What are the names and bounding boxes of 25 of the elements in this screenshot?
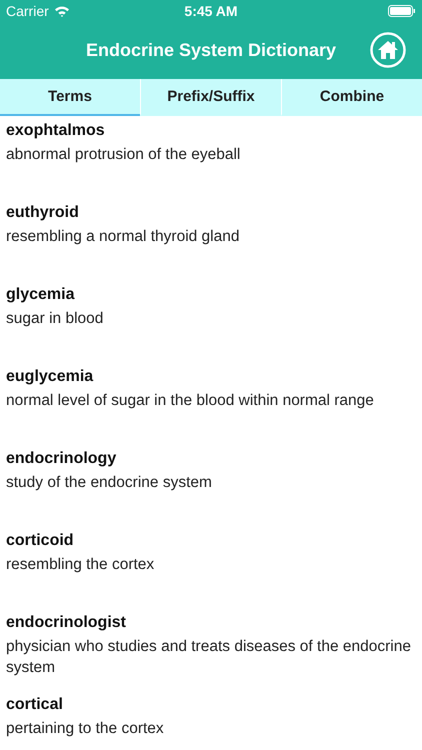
app-title: Endocrine System Dictionary: [86, 40, 336, 61]
term-title: glycemia: [6, 285, 76, 305]
wifi-icon: [54, 5, 70, 17]
term-definition: sugar in blood: [6, 309, 104, 329]
term-definition: normal level of sugar in the blood within normal range: [6, 391, 375, 411]
term-definition: resembling the cortex: [6, 555, 156, 575]
term-title: euglycemia: [6, 367, 94, 387]
tab[interactable]: Prefix/Suffix: [140, 79, 281, 116]
term-title: corticoid: [6, 531, 75, 551]
term-title: exophtalmos: [6, 121, 106, 141]
term-definition: resembling a normal thyroid gland: [6, 227, 240, 247]
tab[interactable]: Combine: [281, 79, 422, 116]
term-title: endocrinology: [6, 449, 118, 469]
home-icon[interactable]: [370, 32, 406, 68]
term-definition: abnormal protrusion of the eyeball: [6, 145, 242, 165]
status-time: 5:45 AM: [184, 3, 238, 19]
term-title: euthyroid: [6, 203, 80, 223]
term-definition: physician who studies and treats diseases of the endocrine system: [6, 637, 412, 678]
term-title: endocrinologist: [6, 613, 127, 633]
carrier-label: Carrier: [6, 3, 49, 19]
term-definition: pertaining to the cortex: [6, 719, 165, 739]
battery-icon: [388, 5, 416, 17]
term-definition: study of the endocrine system: [6, 473, 213, 493]
tab[interactable]: Terms: [0, 79, 140, 116]
term-title: cortical: [6, 695, 64, 715]
